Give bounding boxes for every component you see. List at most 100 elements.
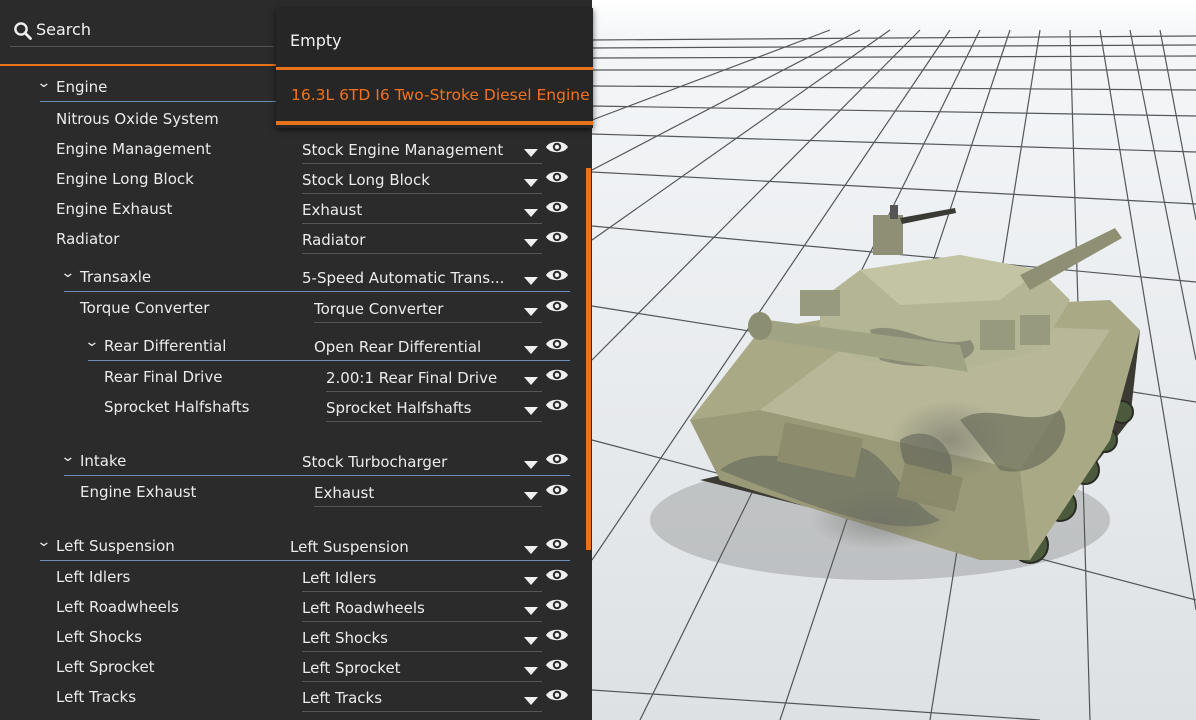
slot-label: Radiator bbox=[56, 230, 120, 248]
dropdown-caret-icon[interactable] bbox=[524, 179, 538, 187]
part-select[interactable]: Left Sprocket bbox=[302, 656, 542, 682]
eye-icon[interactable] bbox=[545, 596, 569, 614]
part-select[interactable]: Radiator bbox=[302, 228, 542, 254]
slot-label: Left Idlers bbox=[56, 568, 131, 586]
slot-row-sprocket-halfshafts[interactable]: Sprocket Halfshafts Sprocket Halfshafts bbox=[0, 392, 592, 422]
part-select[interactable]: Exhaust bbox=[302, 198, 542, 224]
eye-icon[interactable] bbox=[545, 450, 569, 468]
slot-row-left-roadwheels[interactable]: Left Roadwheels Left Roadwheels bbox=[0, 592, 592, 622]
dropdown-caret-icon[interactable] bbox=[524, 308, 538, 316]
selected-part: Stock Turbocharger bbox=[302, 453, 448, 471]
eye-icon[interactable] bbox=[545, 535, 569, 553]
chevron-down-icon[interactable]: ⌄ bbox=[36, 534, 51, 550]
slot-row-rear-final-drive[interactable]: Rear Final Drive 2.00:1 Rear Final Drive bbox=[0, 362, 592, 392]
dropdown-caret-icon[interactable] bbox=[524, 667, 538, 675]
dropdown-caret-icon[interactable] bbox=[524, 546, 538, 554]
slot-row-engine-exhaust[interactable]: Engine Exhaust Exhaust bbox=[0, 194, 592, 224]
part-select[interactable]: Sprocket Halfshafts bbox=[326, 396, 542, 422]
selected-part: Open Rear Differential bbox=[314, 338, 482, 356]
eye-icon[interactable] bbox=[545, 266, 569, 284]
tree-header-rear-differential[interactable]: ⌄ Rear Differential Open Rear Differenti… bbox=[0, 331, 592, 361]
dropdown-caret-icon[interactable] bbox=[524, 407, 538, 415]
part-select[interactable]: Stock Long Block bbox=[302, 168, 542, 194]
dropdown-caret-icon[interactable] bbox=[524, 492, 538, 500]
dropdown-caret-icon[interactable] bbox=[524, 377, 538, 385]
part-select[interactable]: Torque Converter bbox=[314, 297, 542, 323]
slot-row-radiator[interactable]: Radiator Radiator bbox=[0, 224, 592, 254]
header-underline bbox=[40, 101, 292, 102]
dropdown-separator bbox=[276, 121, 593, 125]
part-select[interactable]: Left Roadwheels bbox=[302, 596, 542, 622]
dropdown-caret-icon[interactable] bbox=[524, 346, 538, 354]
eye-icon[interactable] bbox=[545, 626, 569, 644]
eye-icon[interactable] bbox=[545, 198, 569, 216]
slot-label: Left Shocks bbox=[56, 628, 142, 646]
eye-icon[interactable] bbox=[545, 138, 569, 156]
slot-label: Sprocket Halfshafts bbox=[104, 398, 250, 416]
tree-header-intake[interactable]: ⌄ Intake Stock Turbocharger bbox=[0, 446, 592, 476]
dropdown-caret-icon[interactable] bbox=[524, 209, 538, 217]
dropdown-caret-icon[interactable] bbox=[524, 577, 538, 585]
eye-icon[interactable] bbox=[545, 396, 569, 414]
dropdown-caret-icon[interactable] bbox=[524, 277, 538, 285]
eye-icon[interactable] bbox=[545, 297, 569, 315]
eye-icon[interactable] bbox=[545, 686, 569, 704]
part-select[interactable]: Left Idlers bbox=[302, 566, 542, 592]
option-label: Empty bbox=[290, 31, 342, 50]
option-label: 16.3L 6TD I6 Two-Stroke Diesel Engine bbox=[291, 86, 590, 104]
tree-header-transaxle[interactable]: ⌄ Transaxle 5-Speed Automatic Trans... bbox=[0, 262, 592, 292]
tree-header-left-suspension[interactable]: ⌄ Left Suspension Left Suspension bbox=[0, 531, 592, 561]
selected-part: Sprocket Halfshafts bbox=[326, 399, 472, 417]
slot-label: Engine bbox=[56, 78, 108, 96]
part-select[interactable]: Left Suspension bbox=[290, 535, 542, 561]
chevron-down-icon[interactable]: ⌄ bbox=[60, 449, 75, 465]
slot-row-left-shocks[interactable]: Left Shocks Left Shocks bbox=[0, 622, 592, 652]
part-dropdown-list[interactable]: Empty 16.3L 6TD I6 Two-Stroke Diesel Eng… bbox=[276, 8, 593, 128]
part-select[interactable]: Exhaust bbox=[314, 481, 542, 507]
selected-part: Left Sprocket bbox=[302, 659, 401, 677]
part-select[interactable]: Left Tracks bbox=[302, 686, 542, 712]
part-select[interactable]: Left Shocks bbox=[302, 626, 542, 652]
slot-row-left-tracks[interactable]: Left Tracks Left Tracks bbox=[0, 682, 592, 712]
slot-label: Left Sprocket bbox=[56, 658, 155, 676]
dropdown-caret-icon[interactable] bbox=[524, 607, 538, 615]
slot-row-torque-converter[interactable]: Torque Converter Torque Converter bbox=[0, 293, 592, 323]
eye-icon[interactable] bbox=[545, 228, 569, 246]
slot-label: Torque Converter bbox=[80, 299, 210, 317]
dropdown-caret-icon[interactable] bbox=[524, 239, 538, 247]
slot-row-intake-exhaust[interactable]: Engine Exhaust Exhaust bbox=[0, 477, 592, 507]
selected-part: 2.00:1 Rear Final Drive bbox=[326, 369, 498, 387]
eye-icon[interactable] bbox=[545, 656, 569, 674]
part-select[interactable]: Open Rear Differential bbox=[314, 335, 542, 361]
slot-label: Nitrous Oxide System bbox=[56, 110, 219, 128]
eye-icon[interactable] bbox=[545, 168, 569, 186]
dropdown-option-empty[interactable]: Empty bbox=[276, 8, 593, 68]
chevron-down-icon[interactable]: ⌄ bbox=[84, 334, 99, 350]
selected-part: Left Shocks bbox=[302, 629, 388, 647]
dropdown-caret-icon[interactable] bbox=[524, 637, 538, 645]
dropdown-caret-icon[interactable] bbox=[524, 461, 538, 469]
slot-label: Intake bbox=[80, 452, 127, 470]
dropdown-caret-icon[interactable] bbox=[524, 149, 538, 157]
dropdown-caret-icon[interactable] bbox=[524, 697, 538, 705]
part-select[interactable]: Stock Engine Management bbox=[302, 138, 542, 164]
part-select[interactable]: Stock Turbocharger bbox=[302, 450, 542, 476]
slot-row-left-sprocket[interactable]: Left Sprocket Left Sprocket bbox=[0, 652, 592, 682]
dropdown-option-engine[interactable]: 16.3L 6TD I6 Two-Stroke Diesel Engine bbox=[276, 70, 593, 118]
slot-row-engine-management[interactable]: Engine Management Stock Engine Managemen… bbox=[0, 134, 592, 164]
selected-part: Left Tracks bbox=[302, 689, 383, 707]
part-select[interactable]: 5-Speed Automatic Trans... bbox=[302, 266, 542, 292]
slot-row-long-block[interactable]: Engine Long Block Stock Long Block bbox=[0, 164, 592, 194]
scrollbar-thumb[interactable] bbox=[586, 168, 591, 550]
slot-row-left-idlers[interactable]: Left Idlers Left Idlers bbox=[0, 562, 592, 592]
eye-icon[interactable] bbox=[545, 481, 569, 499]
part-select[interactable]: 2.00:1 Rear Final Drive bbox=[326, 366, 542, 392]
chevron-down-icon[interactable]: ⌄ bbox=[36, 75, 51, 91]
slot-label: Left Tracks bbox=[56, 688, 137, 706]
slot-label: Engine Management bbox=[56, 140, 211, 158]
eye-icon[interactable] bbox=[545, 335, 569, 353]
eye-icon[interactable] bbox=[545, 366, 569, 384]
search-icon bbox=[14, 22, 32, 40]
eye-icon[interactable] bbox=[545, 566, 569, 584]
chevron-down-icon[interactable]: ⌄ bbox=[60, 265, 75, 281]
